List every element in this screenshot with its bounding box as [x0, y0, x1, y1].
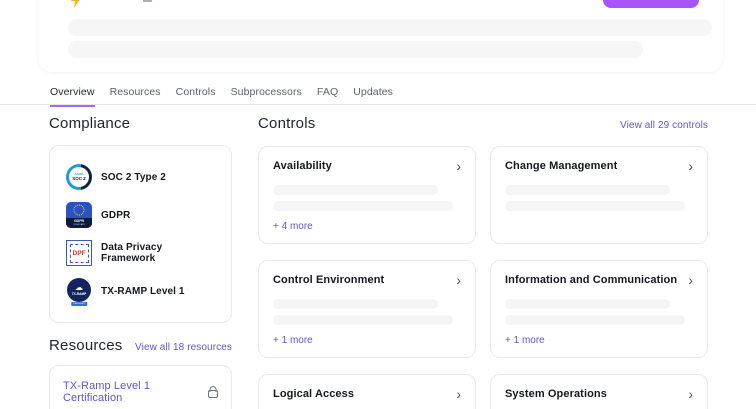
txramp-badge-icon: ☁ TX-RAMP CERTIFIED — [66, 278, 92, 306]
tab-faq[interactable]: FAQ — [317, 86, 338, 107]
view-all-resources-link[interactable]: View all 18 resources — [135, 342, 232, 353]
resource-link-txramp-cert[interactable]: TX-Ramp Level 1 Certification — [63, 380, 208, 404]
lightning-icon — [70, 0, 82, 8]
badge-label: Data Privacy Framework — [101, 242, 163, 264]
control-card-change-management[interactable]: Change Management › — [490, 146, 708, 244]
tab-updates[interactable]: Updates — [353, 86, 393, 107]
chevron-right-icon: › — [688, 158, 693, 174]
control-card-title: System Operations — [505, 388, 607, 400]
compliance-badge-dpf: DPF Data Privacy Framework — [66, 234, 215, 272]
controls-header: Controls View all 29 controls — [258, 115, 708, 132]
tab-resources[interactable]: Resources — [110, 86, 161, 107]
more-controls-link[interactable]: + 4 more — [273, 221, 313, 232]
control-card-title: Change Management — [505, 160, 618, 172]
skeleton-line — [273, 201, 454, 211]
control-card-title: Logical Access — [273, 388, 355, 400]
control-card-title: Information and Communication — [505, 274, 678, 286]
left-column: Compliance AICPA SOC 2 SOC 2 Type 2 GDPR — [49, 115, 232, 409]
chevron-right-icon: › — [688, 272, 693, 288]
trust-center-page: Overview Resources Controls Subprocessor… — [0, 0, 756, 409]
skeleton-line — [68, 41, 643, 58]
skeleton-line — [505, 201, 686, 211]
tab-overview[interactable]: Overview — [50, 86, 95, 107]
skeleton-line — [68, 19, 712, 36]
soc2-badge-icon: AICPA SOC 2 — [66, 164, 92, 190]
chevron-right-icon: › — [688, 386, 693, 402]
skeleton-line — [273, 299, 439, 309]
control-card-control-environment[interactable]: Control Environment › + 1 more — [258, 260, 476, 358]
compliance-badge-soc2: AICPA SOC 2 SOC 2 Type 2 — [66, 158, 215, 196]
chevron-right-icon: › — [456, 272, 461, 288]
skeleton-line — [273, 315, 454, 325]
badge-label: GDPR — [101, 209, 131, 221]
control-card-title: Availability — [273, 160, 332, 172]
controls-title: Controls — [258, 115, 316, 132]
control-card-availability[interactable]: Availability › + 4 more — [258, 146, 476, 244]
gdpr-badge-icon: GDPR COMPLIANT — [66, 202, 92, 228]
more-controls-link[interactable]: + 1 more — [505, 335, 545, 346]
compliance-card: AICPA SOC 2 SOC 2 Type 2 GDPR COMPLIANT … — [49, 145, 232, 323]
header-primary-button[interactable] — [603, 0, 699, 8]
resource-item: TX-Ramp Level 1 Certification — [63, 380, 218, 404]
compliance-badge-gdpr: GDPR COMPLIANT GDPR — [66, 196, 215, 234]
lock-icon — [208, 390, 218, 398]
resources-card: TX-Ramp Level 1 Certification Statement … — [49, 365, 232, 409]
header-card — [38, 0, 723, 72]
compliance-badge-txramp: ☁ TX-RAMP CERTIFIED TX-RAMP Level 1 — [66, 272, 215, 310]
tab-bar: Overview Resources Controls Subprocessor… — [50, 86, 393, 107]
header-fine-print — [143, 0, 152, 2]
controls-grid: Availability › + 4 more Change Managemen… — [258, 146, 708, 409]
badge-label: SOC 2 Type 2 — [101, 171, 166, 183]
control-card-title: Control Environment — [273, 274, 385, 286]
resources-header: Resources View all 18 resources — [49, 337, 232, 354]
tab-subprocessors[interactable]: Subprocessors — [231, 86, 302, 107]
compliance-title: Compliance — [49, 115, 131, 132]
tab-controls[interactable]: Controls — [176, 86, 216, 107]
resources-title: Resources — [49, 337, 123, 354]
control-card-logical-access[interactable]: Logical Access › — [258, 374, 476, 409]
dpf-badge-icon: DPF — [66, 240, 92, 266]
badge-label: TX-RAMP Level 1 — [101, 285, 185, 297]
view-all-controls-link[interactable]: View all 29 controls — [620, 120, 708, 131]
chevron-right-icon: › — [456, 386, 461, 402]
skeleton-line — [505, 299, 671, 309]
chevron-right-icon: › — [456, 158, 461, 174]
skeleton-line — [273, 185, 439, 195]
control-card-information-communication[interactable]: Information and Communication › + 1 more — [490, 260, 708, 358]
more-controls-link[interactable]: + 1 more — [273, 335, 313, 346]
controls-section: Controls View all 29 controls Availabili… — [258, 115, 708, 409]
skeleton-line — [505, 315, 686, 325]
skeleton-line — [505, 185, 671, 195]
control-card-system-operations[interactable]: System Operations › — [490, 374, 708, 409]
